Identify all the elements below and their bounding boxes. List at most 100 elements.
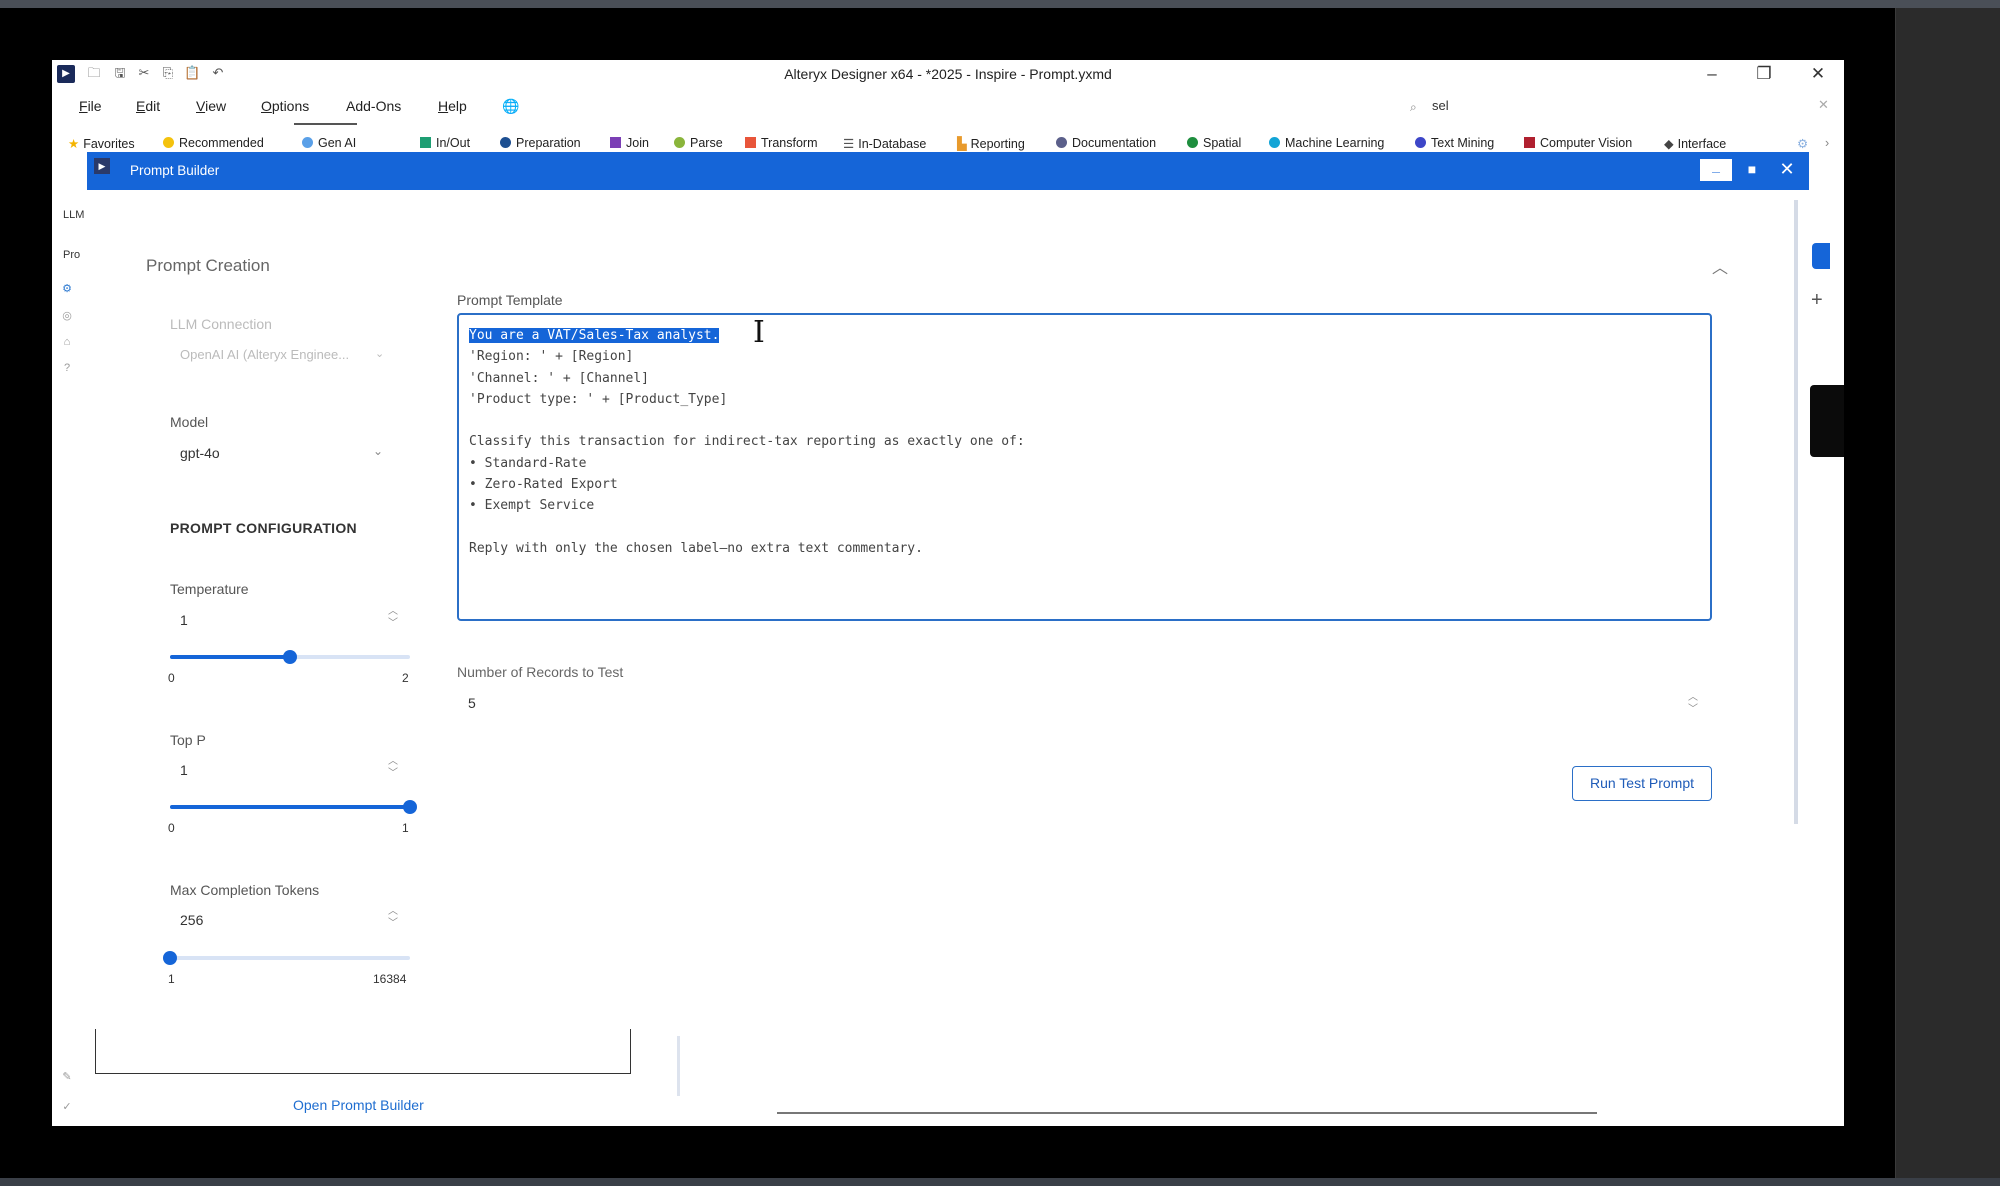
tool-category-gen-ai[interactable]: Gen AI xyxy=(302,136,356,150)
tool-category-label: Favorites xyxy=(83,137,135,151)
toolbar-scroll-right-icon[interactable]: › xyxy=(1825,136,1829,150)
vertical-scrollbar[interactable] xyxy=(1794,200,1798,824)
prompt-template-textarea[interactable]: You are a VAT/Sales-Tax analyst. 'Region… xyxy=(457,313,1712,621)
top-p-label: Top P xyxy=(170,732,206,748)
menu-help[interactable]: Help xyxy=(438,98,467,114)
records-to-test-input[interactable]: 5 xyxy=(468,695,476,711)
tool-category-transform[interactable]: Transform xyxy=(745,136,818,150)
star-icon: ★ xyxy=(68,137,80,151)
in-out-icon xyxy=(420,137,431,148)
prompt-template-label: Prompt Template xyxy=(457,292,563,308)
tool-category-label: Gen AI xyxy=(318,136,357,150)
open-prompt-builder-link[interactable]: Open Prompt Builder xyxy=(293,1097,424,1113)
target-icon[interactable]: ◎ xyxy=(60,309,74,323)
window-title: Alteryx Designer x64 - *2025 - Inspire -… xyxy=(784,66,1112,82)
dialog-maximize-button[interactable]: ■ xyxy=(1742,161,1762,181)
records-to-test-label: Number of Records to Test xyxy=(457,664,624,680)
join-icon xyxy=(610,137,621,148)
tool-category-join[interactable]: Join xyxy=(610,136,649,150)
gen-ai-icon xyxy=(302,137,313,148)
side-panel-handle[interactable] xyxy=(1810,385,1844,457)
section-title: Prompt Creation xyxy=(146,256,270,275)
prompt-builder-header xyxy=(87,152,1809,190)
max-tokens-min: 1 xyxy=(168,972,175,986)
prompt-config-heading: PROMPT CONFIGURATION xyxy=(170,520,357,536)
llm-connection-select[interactable]: OpenAI AI (Alteryx Enginee... xyxy=(180,347,349,362)
run-test-prompt-button[interactable]: Run Test Prompt xyxy=(1572,766,1712,801)
screen-top-strip xyxy=(0,0,2000,8)
parse-icon xyxy=(674,137,685,148)
tool-category-interface[interactable]: ◆ Interface xyxy=(1664,136,1726,151)
tool-category-in-out[interactable]: In/Out xyxy=(420,136,470,150)
check-circle-icon[interactable]: ✓ xyxy=(60,1100,74,1114)
nav-llm[interactable]: LLM xyxy=(63,209,84,221)
dialog-minimize-button[interactable]: _ xyxy=(1700,159,1732,181)
tool-category-in-database[interactable]: ☰ In-Database xyxy=(843,136,926,151)
search-clear-button[interactable]: ✕ xyxy=(1818,97,1829,113)
tag-icon[interactable]: ⌂ xyxy=(60,336,74,350)
menu-active-underline xyxy=(294,123,357,125)
prompt-template-text: You are a VAT/Sales-Tax analyst. 'Region… xyxy=(469,325,1700,559)
side-panel-tab[interactable] xyxy=(1812,243,1830,269)
screen-bottom-strip xyxy=(0,1178,2000,1186)
tool-category-label: Parse xyxy=(690,136,723,150)
max-tokens-slider-thumb[interactable] xyxy=(163,951,177,965)
menu-file[interactable]: File xyxy=(79,98,102,114)
max-tokens-slider-track[interactable] xyxy=(170,956,410,960)
nav-pro[interactable]: Pro xyxy=(63,249,80,261)
tool-category-spatial[interactable]: Spatial xyxy=(1187,136,1241,150)
reporting-icon: ▙ xyxy=(957,137,967,151)
help-circle-icon[interactable]: ? xyxy=(60,362,74,376)
prompt-builder-title: Prompt Builder xyxy=(130,163,220,178)
minimize-button[interactable]: – xyxy=(1690,62,1734,86)
temperature-min: 0 xyxy=(168,671,175,685)
tool-category-recommended[interactable]: Recommended xyxy=(163,136,264,150)
tool-category-computer-vision[interactable]: Computer Vision xyxy=(1524,136,1632,150)
tool-category-favorites[interactable]: ★ Favorites xyxy=(68,136,135,151)
tool-category-parse[interactable]: Parse xyxy=(674,136,723,150)
tool-category-label: Preparation xyxy=(516,136,581,150)
top-p-stepper[interactable]: ︿ ﹀ xyxy=(386,756,400,782)
close-button[interactable]: ✕ xyxy=(1796,62,1840,86)
tool-category-label: In-Database xyxy=(858,137,927,151)
model-select[interactable]: gpt-4o xyxy=(180,445,220,461)
panel-divider xyxy=(677,1036,680,1096)
dialog-close-button[interactable]: ✕ xyxy=(1776,159,1798,181)
top-p-slider-thumb[interactable] xyxy=(403,800,417,814)
spatial-icon xyxy=(1187,137,1198,148)
max-tokens-stepper[interactable]: ︿ ﹀ xyxy=(386,906,400,932)
tool-category-machine-learning[interactable]: Machine Learning xyxy=(1269,136,1384,150)
search-input[interactable]: sel xyxy=(1432,98,1449,113)
database-icon: ☰ xyxy=(843,137,855,151)
horizontal-scrollbar[interactable] xyxy=(777,1112,1597,1114)
gear-icon[interactable]: ⚙ xyxy=(60,282,74,296)
menu-edit[interactable]: Edit xyxy=(136,98,160,114)
max-tokens-label: Max Completion Tokens xyxy=(170,882,320,898)
pencil-icon[interactable]: ✎ xyxy=(60,1070,74,1084)
collapse-chevron-icon[interactable]: ︿ xyxy=(1712,254,1728,278)
records-stepper[interactable]: ︿ ﹀ xyxy=(1686,692,1700,718)
toolbar-settings-icon[interactable]: ⚙ xyxy=(1797,136,1808,151)
title-bar: ▶ 🗀 🖫 ✂ ⎘ 📋 ↶ Alteryx Designer x64 - *20… xyxy=(52,60,1844,88)
tool-category-preparation[interactable]: Preparation xyxy=(500,136,581,150)
machine-learning-icon xyxy=(1269,137,1280,148)
tool-category-documentation[interactable]: Documentation xyxy=(1056,136,1156,150)
computer-vision-icon xyxy=(1524,137,1535,148)
tool-category-label: Join xyxy=(626,136,649,150)
top-p-min: 0 xyxy=(168,821,175,835)
temperature-slider-thumb[interactable] xyxy=(283,650,297,664)
menu-add-ons[interactable]: Add-Ons xyxy=(346,98,401,114)
add-icon[interactable]: + xyxy=(1811,289,1823,312)
tool-category-text-mining[interactable]: Text Mining xyxy=(1415,136,1494,150)
globe-icon[interactable]: 🌐 xyxy=(502,98,519,115)
recommended-icon xyxy=(163,137,174,148)
top-p-input[interactable]: 1 xyxy=(180,762,188,778)
restore-button[interactable]: ❐ xyxy=(1742,62,1786,86)
tool-category-reporting[interactable]: ▙ Reporting xyxy=(957,136,1025,151)
temperature-stepper[interactable]: ︿ ﹀ xyxy=(386,606,400,632)
menu-options[interactable]: Options xyxy=(261,98,309,114)
menu-view[interactable]: View xyxy=(196,98,226,114)
tool-category-label: In/Out xyxy=(436,136,471,150)
max-tokens-input[interactable]: 256 xyxy=(180,912,203,928)
temperature-input[interactable]: 1 xyxy=(180,612,188,628)
